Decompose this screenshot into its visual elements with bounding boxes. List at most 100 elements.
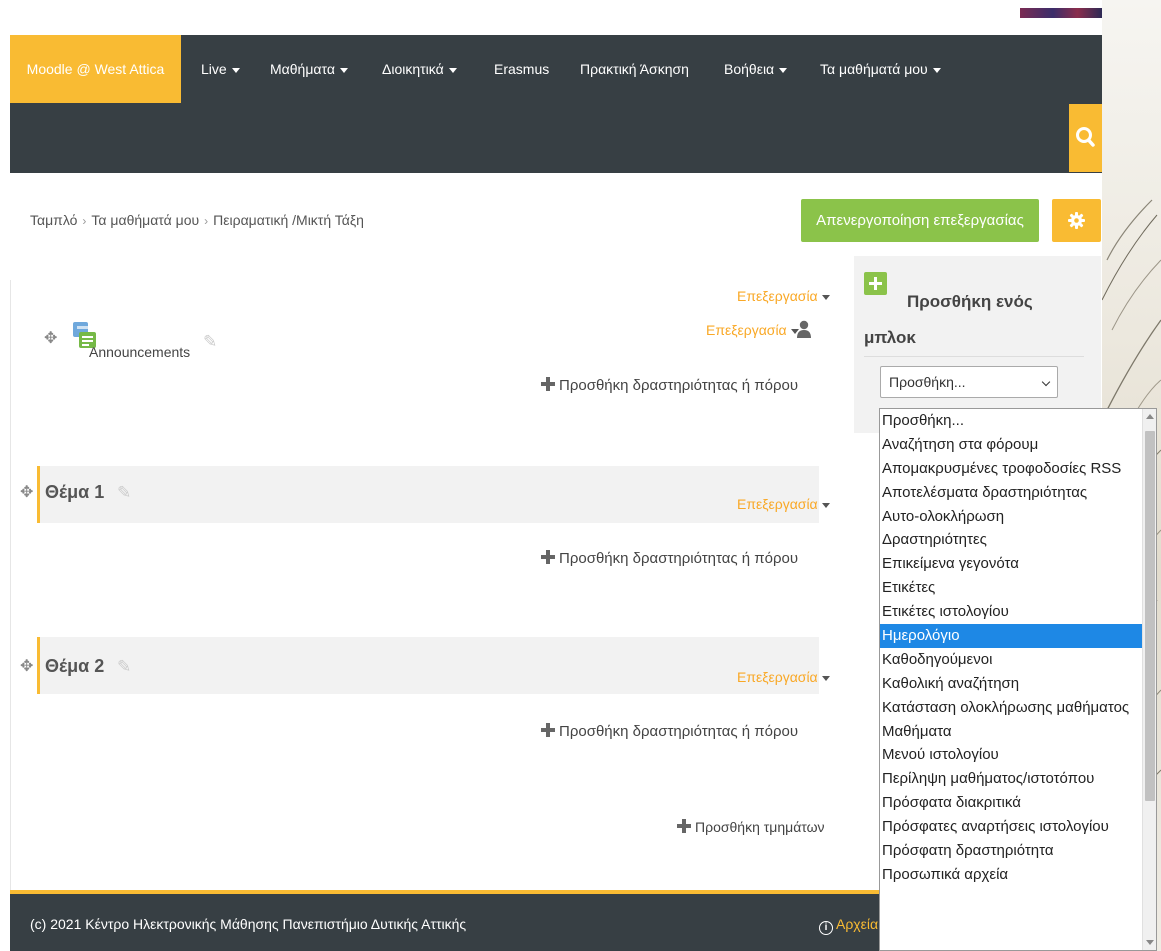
content-border (10, 280, 11, 890)
add-sections-button[interactable]: Προσθήκη τμημάτων (677, 819, 825, 835)
footer-copyright: (c) 2021 Κέντρο Ηλεκτρονικής Μάθησης Παν… (30, 916, 467, 932)
chevron-down-icon (1041, 377, 1051, 387)
top-navbar: Moodle @ West Attica Live Μαθήματα Διοικ… (10, 35, 1102, 173)
dropdown-option[interactable]: Μενού ιστολογίου (880, 743, 1143, 767)
dropdown-option[interactable]: Καθοδηγούμενοι (880, 648, 1143, 672)
nav-internship-label: Πρακτική Άσκηση (580, 61, 689, 77)
add-activity-button[interactable]: Προσθήκη δραστηριότητας ή πόρου (541, 723, 798, 740)
caret-down-icon (448, 67, 457, 73)
move-icon[interactable]: ✥ (20, 656, 33, 676)
info-icon: i (819, 921, 833, 935)
dropdown-option[interactable]: Αυτο-ολοκλήρωση (880, 505, 1143, 529)
caret-down-icon (821, 675, 830, 681)
section-2-header (37, 637, 819, 694)
brand-link[interactable]: Moodle @ West Attica (10, 35, 181, 103)
move-icon[interactable]: ✥ (20, 482, 33, 502)
dropdown-option[interactable]: Πρόσφατες αναρτήσεις ιστολογίου (880, 815, 1143, 839)
dropdown-option[interactable]: Περίληψη μαθήματος/ιστοτόπου (880, 767, 1143, 791)
caret-down-icon (779, 67, 788, 73)
edit-label: Επεξεργασία (737, 288, 818, 304)
edit-label: Επεξεργασία (737, 496, 818, 512)
dropdown-option[interactable]: Καθολική αναζήτηση (880, 672, 1143, 696)
nav-help[interactable]: Βοήθεια (724, 35, 788, 103)
dropdown-option[interactable]: Ετικέτες ιστολογίου (880, 600, 1143, 624)
user-icon[interactable] (797, 320, 811, 338)
add-activity-label: Προσθήκη δραστηριότητας ή πόρου (559, 723, 799, 740)
plus-icon (541, 550, 555, 564)
section-1-edit-menu[interactable]: Επεξεργασία (737, 496, 830, 512)
section-2-title[interactable]: Θέμα 2 (45, 656, 104, 677)
edit-label: Επεξεργασία (737, 669, 818, 685)
nav-admin-label: Διοικητικά (382, 61, 444, 77)
dropdown-option[interactable]: Αναζήτηση στα φόρουμ (880, 433, 1143, 457)
scroll-down-icon[interactable] (1146, 940, 1154, 945)
add-activity-button[interactable]: Προσθήκη δραστηριότητας ή πόρου (541, 377, 798, 394)
add-block-dropdown-list[interactable]: Προσθήκη... Αναζήτηση στα φόρουμ Απομακρυσ… (879, 408, 1157, 951)
dropdown-option[interactable]: Πρόσφατα διακριτικά (880, 791, 1143, 815)
move-icon[interactable]: ✥ (44, 328, 57, 348)
add-sections-label: Προσθήκη τμημάτων (695, 819, 825, 835)
nav-internship[interactable]: Πρακτική Άσκηση (580, 35, 689, 103)
dropdown-option[interactable]: Μαθήματα (880, 720, 1143, 744)
dropdown-option[interactable]: Προσθήκη... (880, 409, 1143, 433)
breadcrumb-my-courses[interactable]: Τα μαθήματά μου (91, 212, 199, 228)
caret-down-icon (821, 502, 830, 508)
caret-down-icon (339, 67, 348, 73)
caret-down-icon (231, 67, 240, 73)
nav-live-label: Live (201, 61, 227, 77)
dropdown-option[interactable]: Απομακρυσμένες τροφοδοσίες RSS (880, 457, 1143, 481)
section-2-edit-menu[interactable]: Επεξεργασία (737, 669, 830, 685)
caret-down-icon (821, 294, 830, 300)
plus-icon (677, 819, 691, 833)
pencil-icon[interactable]: ✎ (203, 332, 217, 352)
scrollbar-thumb[interactable] (1145, 431, 1155, 801)
add-block-select[interactable]: Προσθήκη... (880, 366, 1058, 398)
section-0-edit-menu[interactable]: Επεξεργασία (737, 288, 830, 304)
dropdown-option[interactable]: Αποτελέσματα δραστηριότητας (880, 481, 1143, 505)
add-activity-label: Προσθήκη δραστηριότητας ή πόρου (559, 550, 799, 567)
search-button[interactable] (1069, 104, 1102, 172)
course-settings-button[interactable] (1052, 199, 1101, 242)
pencil-icon[interactable]: ✎ (117, 483, 131, 503)
nav-courses[interactable]: Μαθήματα (270, 35, 348, 103)
dropdown-option[interactable]: Ετικέτες (880, 576, 1143, 600)
add-activity-button[interactable]: Προσθήκη δραστηριότητας ή πόρου (541, 550, 798, 567)
dropdown-option[interactable]: Επικείμενα γεγονότα (880, 552, 1143, 576)
search-icon (1076, 127, 1095, 147)
divider (864, 356, 1084, 357)
section-1-title[interactable]: Θέμα 1 (45, 482, 104, 503)
turn-editing-off-button[interactable]: Απενεργοποίηση επεξεργασίας (801, 199, 1039, 242)
dropdown-option[interactable]: Προσωπικά αρχεία (880, 863, 1143, 887)
announcements-edit-menu[interactable]: Επεξεργασία (706, 322, 799, 338)
announcements-link[interactable]: Announcements (89, 344, 190, 360)
add-block-select-value: Προσθήκη... (889, 374, 966, 390)
dropdown-options: Προσθήκη... Αναζήτηση στα φόρουμ Απομακρυσ… (880, 409, 1156, 887)
dropdown-scrollbar[interactable] (1142, 409, 1156, 950)
nav-help-label: Βοήθεια (724, 61, 775, 77)
plus-icon (541, 377, 555, 391)
add-activity-label: Προσθήκη δραστηριότητας ή πόρου (559, 377, 799, 394)
scroll-up-icon[interactable] (1146, 414, 1154, 419)
nav-courses-label: Μαθήματα (270, 61, 335, 77)
breadcrumb: Ταμπλό › Τα μαθήματά μου › Πειραματική /Μικτ… (30, 212, 364, 228)
gear-icon (1068, 212, 1085, 229)
add-block-title: Προσθήκη ενός μπλοκ (864, 292, 1033, 347)
nav-my-courses-label: Τα μαθήματά μου (820, 61, 928, 77)
dropdown-option[interactable]: Κατάσταση ολοκλήρωσης μαθήματος (880, 696, 1143, 720)
section-1-header (37, 466, 819, 523)
nav-admin[interactable]: Διοικητικά (382, 35, 457, 103)
chevron-right-icon: › (82, 214, 87, 228)
dropdown-option[interactable]: Δραστηριότητες (880, 528, 1143, 552)
nav-my-courses[interactable]: Τα μαθήματά μου (820, 35, 941, 103)
nav-erasmus-label: Erasmus (494, 61, 550, 77)
plus-icon (541, 723, 555, 737)
dropdown-option[interactable]: Πρόσφατη δραστηριότητα (880, 839, 1143, 863)
nav-live[interactable]: Live (201, 35, 240, 103)
dropdown-option[interactable]: Ημερολόγιο (880, 624, 1143, 648)
user-avatar[interactable] (1020, 8, 1102, 18)
caret-down-icon (932, 67, 941, 73)
breadcrumb-dashboard[interactable]: Ταμπλό (30, 212, 77, 228)
nav-erasmus[interactable]: Erasmus (494, 35, 549, 103)
pencil-icon[interactable]: ✎ (117, 657, 131, 677)
breadcrumb-course[interactable]: Πειραματική /Μικτή Τάξη (213, 212, 364, 228)
